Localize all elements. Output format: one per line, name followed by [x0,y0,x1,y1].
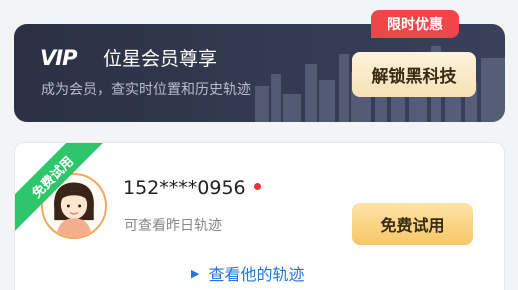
unlock-button[interactable]: 解锁黑科技 [352,52,476,97]
vip-banner[interactable]: VIP 位星会员尊享 成为会员，查实时位置和历史轨迹 解锁黑科技 [14,24,505,122]
status-dot [254,183,261,190]
promo-badge: 限时优惠 [371,10,459,38]
member-card: 免费试用 152****0956 可查看昨日轨迹 免费试用 ▶ 查看他的轨迹 [14,142,505,290]
vip-title: 位星会员尊享 [103,48,218,70]
phone-number: 152****0956 [123,177,246,199]
vip-logo: VIP [40,46,77,70]
free-trial-button[interactable]: 免费试用 [352,203,473,245]
vip-subtitle: 成为会员，查实时位置和历史轨迹 [41,82,251,98]
track-hint: 可查看昨日轨迹 [124,218,222,234]
view-track-link[interactable]: ▶ 查看他的轨迹 [191,261,304,285]
play-triangle-icon: ▶ [191,266,200,280]
view-track-label: 查看他的轨迹 [208,265,305,284]
